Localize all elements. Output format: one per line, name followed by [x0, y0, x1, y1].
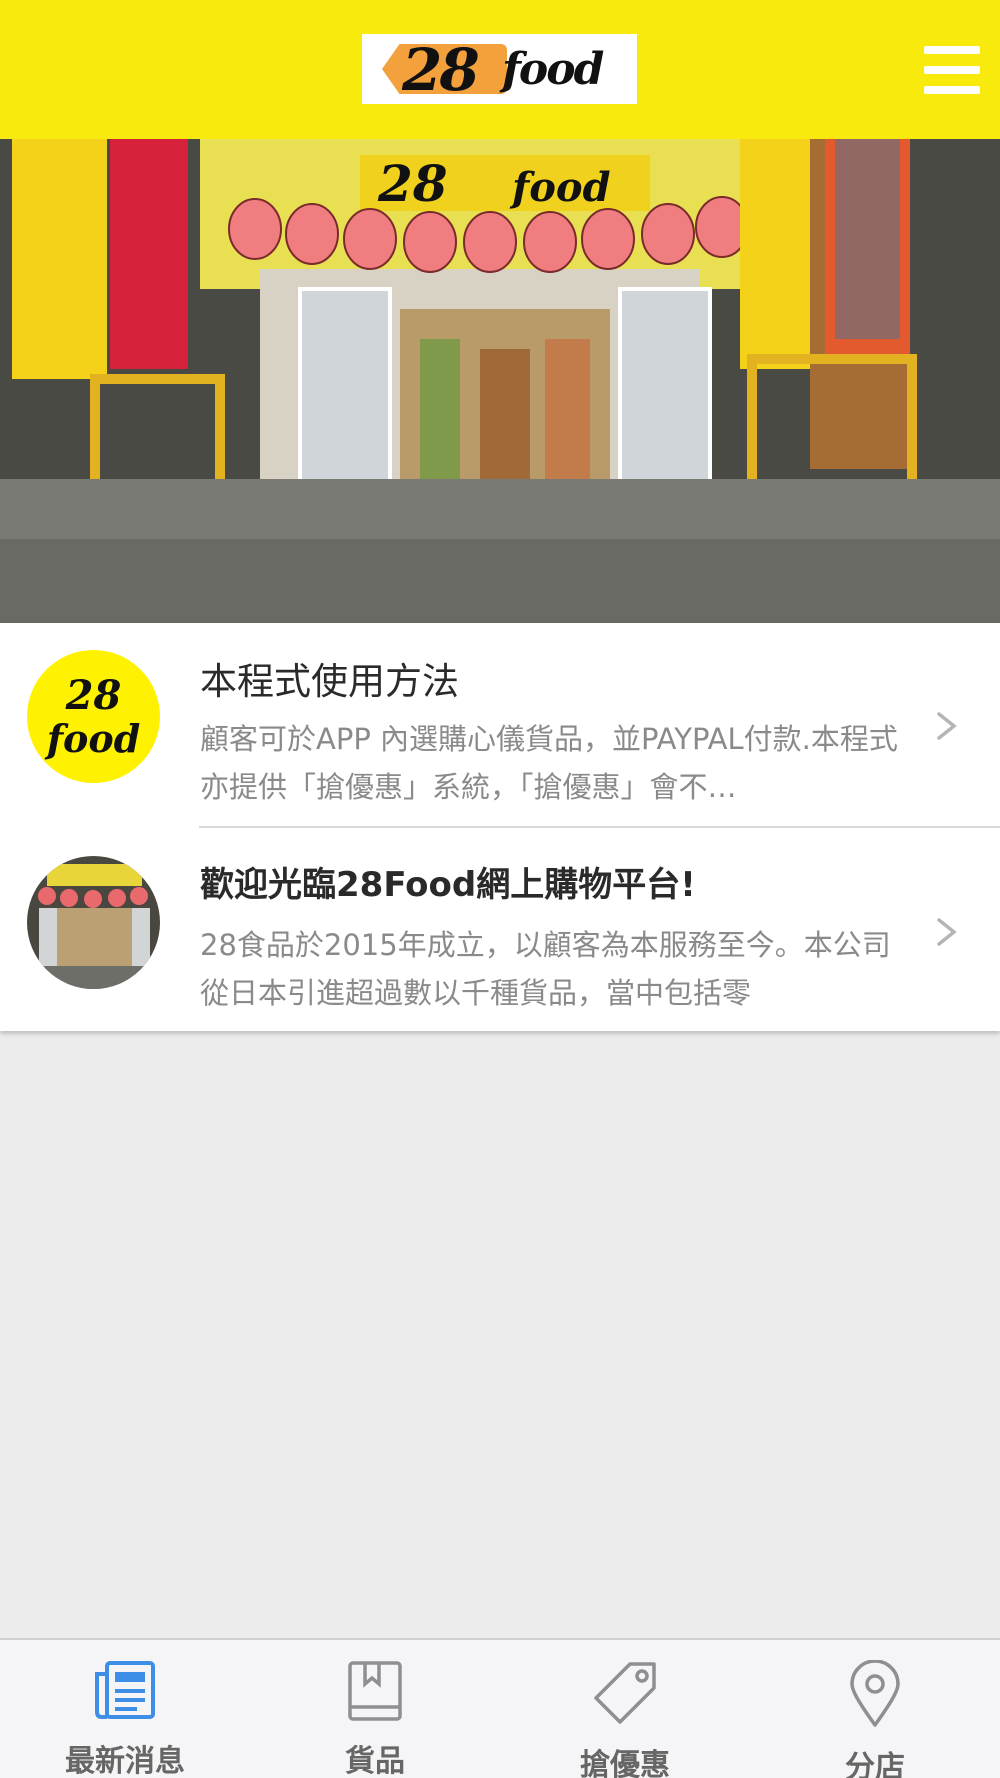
news-thumbnail-logo: 28 food	[27, 650, 160, 783]
svg-text:food: food	[509, 164, 611, 211]
tab-label: 最新消息	[65, 1744, 185, 1778]
news-title: 歡迎光臨28Food網上購物平台!	[200, 865, 696, 905]
newspaper-icon	[92, 1660, 158, 1722]
hamburger-menu-icon[interactable]	[924, 46, 980, 94]
tab-label: 貨品	[345, 1744, 405, 1778]
logo-number: 28	[402, 36, 480, 104]
chevron-right-icon	[937, 918, 957, 946]
logo-word: food	[502, 44, 604, 95]
thumbnail-number: 28	[65, 671, 122, 719]
tab-grab-deals[interactable]: 搶優惠	[500, 1640, 750, 1778]
storefront-banner-image: 28 food	[0, 139, 1000, 623]
news-description: 顧客可於APP 內選購心儀貨品，並PAYPAL付款.本程式亦提供「搶優惠」系統，…	[200, 722, 898, 804]
tab-products[interactable]: 貨品	[250, 1640, 500, 1778]
brand-logo[interactable]: 28 food	[362, 34, 637, 104]
bottom-tab-bar: 最新消息 貨品 搶優惠 分店	[0, 1638, 1000, 1778]
app-header: 28 food	[0, 0, 1000, 139]
news-item-usage-guide[interactable]: 28 food 本程式使用方法 顧客可於APP 內選購心儀貨品，並PAYPAL付…	[0, 623, 1000, 828]
price-tag-icon	[592, 1660, 658, 1726]
chevron-right-icon	[937, 712, 957, 740]
news-list: 28 food 本程式使用方法 顧客可於APP 內選購心儀貨品，並PAYPAL付…	[0, 623, 1000, 1031]
svg-text:28: 28	[377, 154, 448, 213]
thumbnail-word: food	[46, 715, 141, 761]
tab-latest-news[interactable]: 最新消息	[0, 1640, 250, 1778]
news-title: 本程式使用方法	[200, 660, 459, 703]
news-item-welcome[interactable]: 歡迎光臨28Food網上購物平台! 28食品於2015年成立，以顧客為本服務至今…	[0, 829, 1000, 1031]
book-icon	[342, 1660, 408, 1722]
news-description: 28食品於2015年成立，以顧客為本服務至今。本公司從日本引進超過數以千種貨品，…	[200, 928, 891, 1010]
tab-label: 分店	[845, 1750, 905, 1778]
tab-label: 搶優惠	[580, 1748, 670, 1778]
list-divider	[199, 826, 1000, 828]
news-thumbnail-storefront	[27, 856, 160, 989]
map-pin-icon	[842, 1660, 908, 1728]
tab-branches[interactable]: 分店	[750, 1640, 1000, 1778]
